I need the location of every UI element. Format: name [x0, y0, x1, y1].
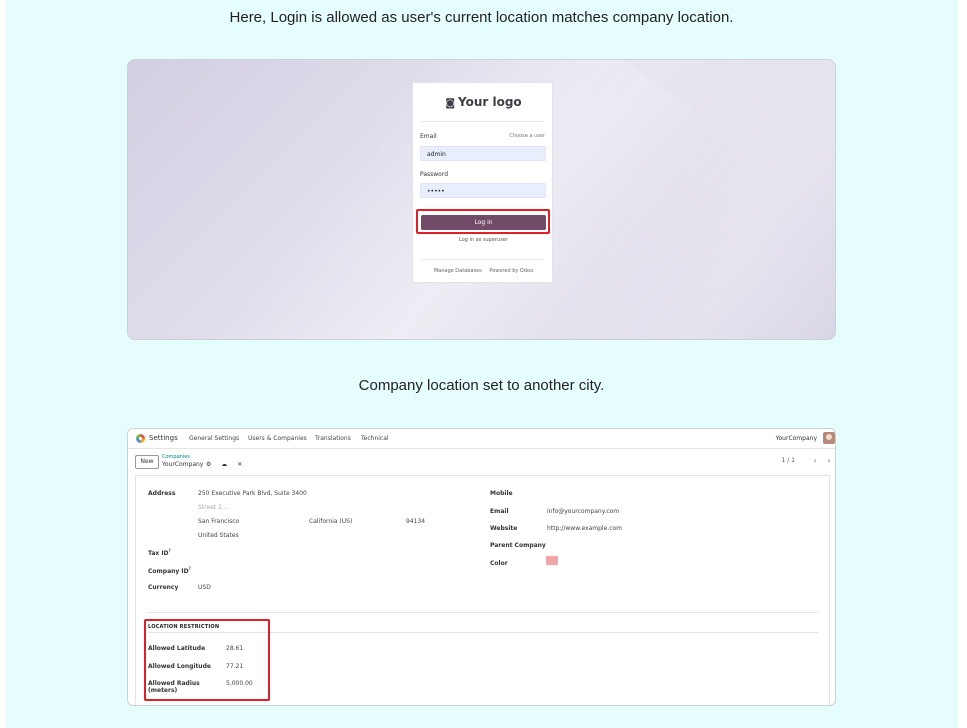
country-field[interactable]: United States [198, 532, 239, 539]
breadcrumb-current: YourCompany [162, 461, 204, 468]
new-button[interactable]: New [135, 455, 159, 469]
email-label: Email [420, 133, 437, 140]
app-logo-icon[interactable] [136, 434, 145, 443]
settings-screenshot: Settings General Settings Users & Compan… [127, 428, 836, 706]
company-switcher[interactable]: YourCompany [776, 435, 817, 442]
street-field[interactable]: 250 Executive Park Blvd, Suite 3400 [198, 490, 307, 497]
parent-company-label: Parent Company [490, 542, 546, 549]
login-screenshot: ◙ Your logo Email Choose a user admin Pas… [127, 59, 836, 340]
street2-field[interactable]: Street 2... [198, 504, 228, 511]
address-label: Address [148, 490, 176, 497]
form-sheet: Address 250 Executive Park Blvd, Suite 3… [135, 475, 830, 705]
divider [421, 121, 544, 122]
state-field[interactable]: California (US) [309, 518, 352, 525]
color-swatch[interactable] [546, 556, 558, 565]
password-label: Password [420, 171, 449, 178]
caption-login-allowed: Here, Login is allowed as user's current… [229, 9, 734, 26]
caption-company-location: Company location set to another city. [358, 377, 605, 394]
website-label: Website [490, 525, 518, 532]
avatar[interactable] [823, 432, 835, 444]
choose-user-link[interactable]: Choose a user [509, 133, 545, 139]
email-label: Email [490, 508, 509, 515]
website-field[interactable]: http://www.example.com [547, 525, 622, 532]
email-field[interactable]: info@yourcompany.com [547, 508, 619, 515]
company-logo: ◙ Your logo [413, 95, 554, 109]
logo-text: Your logo [458, 95, 522, 109]
breadcrumb-companies[interactable]: Companies [162, 454, 190, 460]
menu-general-settings[interactable]: General Settings [189, 435, 239, 442]
zip-field[interactable]: 94134 [406, 518, 425, 525]
menu-translations[interactable]: Translations [315, 435, 351, 442]
currency-field[interactable]: USD [198, 584, 211, 591]
color-label: Color [490, 560, 508, 567]
currency-label: Currency [148, 584, 179, 591]
app-name[interactable]: Settings [149, 434, 178, 442]
menu-technical[interactable]: Technical [361, 435, 389, 442]
record-action-icons[interactable]: ⚙ ☁ ✕ [206, 461, 246, 468]
section-separator [148, 612, 818, 613]
login-card: ◙ Your logo Email Choose a user admin Pas… [412, 82, 553, 283]
divider [421, 259, 544, 260]
mobile-label: Mobile [490, 490, 513, 497]
control-panel: New Companies YourCompany ⚙ ☁ ✕ 1 / 1 ‹ … [128, 449, 835, 475]
chevron-right-icon[interactable]: › [823, 455, 835, 467]
top-navbar: Settings General Settings Users & Compan… [128, 429, 835, 449]
menu-users-companies[interactable]: Users & Companies [248, 435, 307, 442]
highlight-box [144, 619, 270, 701]
tax-id-label: Tax ID? [148, 548, 171, 557]
city-field[interactable]: San Francisco [198, 518, 239, 525]
email-input[interactable]: admin [420, 146, 546, 161]
superuser-link[interactable]: Log in as superuser [413, 237, 554, 243]
manage-databases-link[interactable]: Manage Databases [434, 268, 482, 274]
powered-by-link[interactable]: Powered by Odoo [489, 268, 533, 274]
camera-icon: ◙ [445, 98, 456, 109]
company-id-label: Company ID? [148, 566, 191, 575]
chevron-left-icon[interactable]: ‹ [809, 455, 821, 467]
card-footer: Manage Databases Powered by Odoo [413, 268, 554, 274]
highlight-box [416, 209, 550, 234]
password-input[interactable]: ••••• [420, 183, 546, 198]
pager-value[interactable]: 1 / 1 [782, 457, 795, 464]
